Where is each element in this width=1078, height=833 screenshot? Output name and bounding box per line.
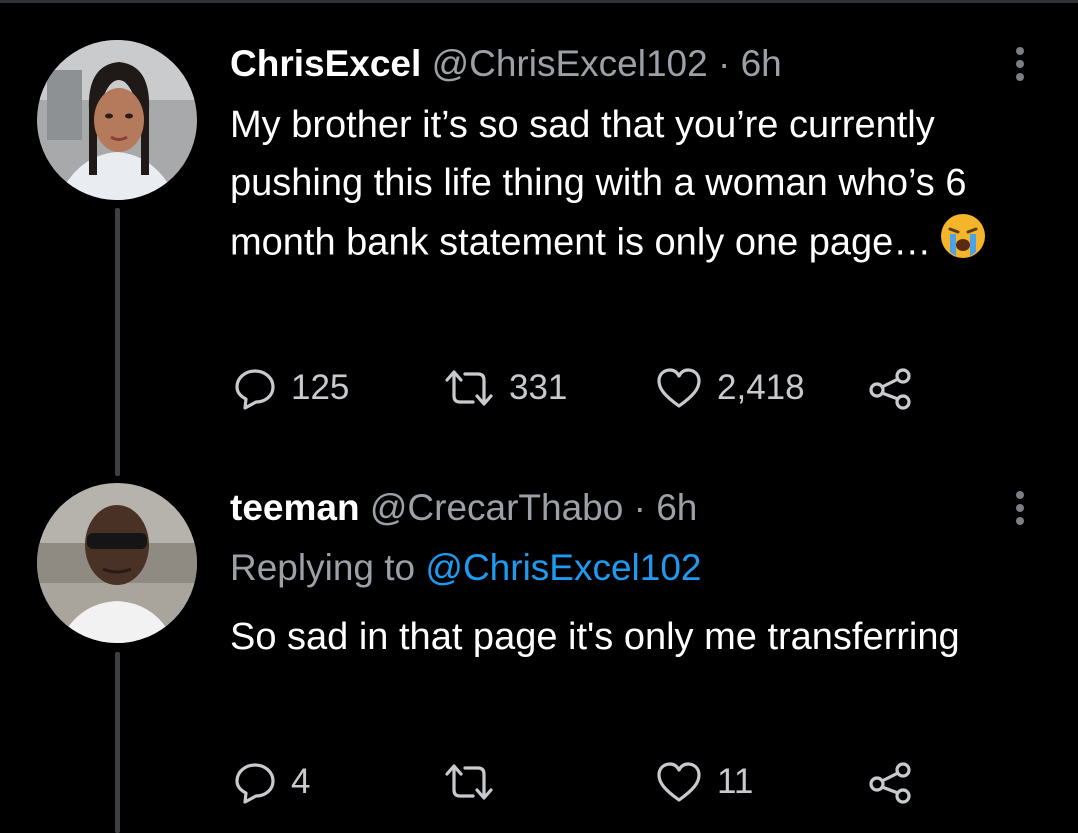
separator: · — [717, 43, 731, 84]
tweet-header: ChrisExcel @ChrisExcel102 · 6h — [230, 42, 782, 86]
share-button[interactable] — [867, 760, 915, 804]
like-button[interactable]: 2,418 — [655, 366, 805, 410]
tweet-text: So sad in that page it's only me transfe… — [230, 608, 1030, 666]
retweet-icon — [445, 764, 493, 800]
timestamp[interactable]: 6h — [741, 43, 782, 84]
reply-count: 4 — [291, 762, 311, 801]
timestamp[interactable]: 6h — [656, 487, 697, 528]
avatar-photo-woman — [37, 40, 197, 200]
avatar[interactable] — [37, 40, 197, 200]
display-name[interactable]: ChrisExcel — [230, 43, 421, 84]
top-divider — [0, 0, 1078, 3]
reply-icon — [235, 763, 275, 804]
like-count: 11 — [717, 762, 754, 801]
retweet-button[interactable] — [443, 760, 509, 804]
tweet-text: My brother it’s so sad that you’re curre… — [230, 96, 1030, 277]
tweet-header: teeman @CrecarThabo · 6h — [230, 486, 697, 530]
reply-button[interactable]: 125 — [233, 366, 349, 410]
share-icon — [869, 762, 911, 804]
tweet-actions: 125 331 2,418 — [233, 366, 933, 410]
username[interactable]: @CrecarThabo — [370, 487, 624, 528]
retweet-icon — [445, 370, 493, 406]
like-button[interactable]: 11 — [655, 760, 753, 804]
separator: · — [633, 487, 646, 528]
thread-connector — [115, 208, 120, 476]
share-button[interactable] — [867, 366, 915, 410]
more-options-icon[interactable] — [1010, 42, 1030, 86]
tweet-text-content: My brother it’s so sad that you’re curre… — [230, 104, 967, 264]
tweet-actions: 4 11 — [233, 760, 933, 804]
heart-icon — [657, 762, 701, 802]
replying-to-label: Replying to — [230, 547, 416, 588]
reply-button[interactable]: 4 — [233, 760, 310, 804]
avatar-photo-man — [37, 483, 197, 643]
reply-icon — [235, 369, 275, 410]
more-options-icon[interactable] — [1010, 486, 1030, 530]
share-icon — [869, 368, 911, 410]
username[interactable]: @ChrisExcel102 — [432, 43, 708, 84]
display-name[interactable]: teeman — [230, 487, 360, 528]
retweet-button[interactable]: 331 — [443, 366, 567, 410]
thread-connector — [115, 652, 120, 833]
replying-to-mention[interactable]: @ChrisExcel102 — [425, 547, 701, 588]
heart-icon — [657, 368, 701, 408]
avatar[interactable] — [37, 483, 197, 643]
retweet-count: 331 — [509, 368, 568, 407]
tweet-text-content: So sad in that page it's only me transfe… — [230, 616, 960, 658]
replying-to: Replying to @ChrisExcel102 — [230, 546, 702, 590]
loudly-crying-face-emoji — [939, 212, 987, 277]
like-count: 2,418 — [717, 368, 805, 407]
reply-count: 125 — [291, 368, 350, 407]
